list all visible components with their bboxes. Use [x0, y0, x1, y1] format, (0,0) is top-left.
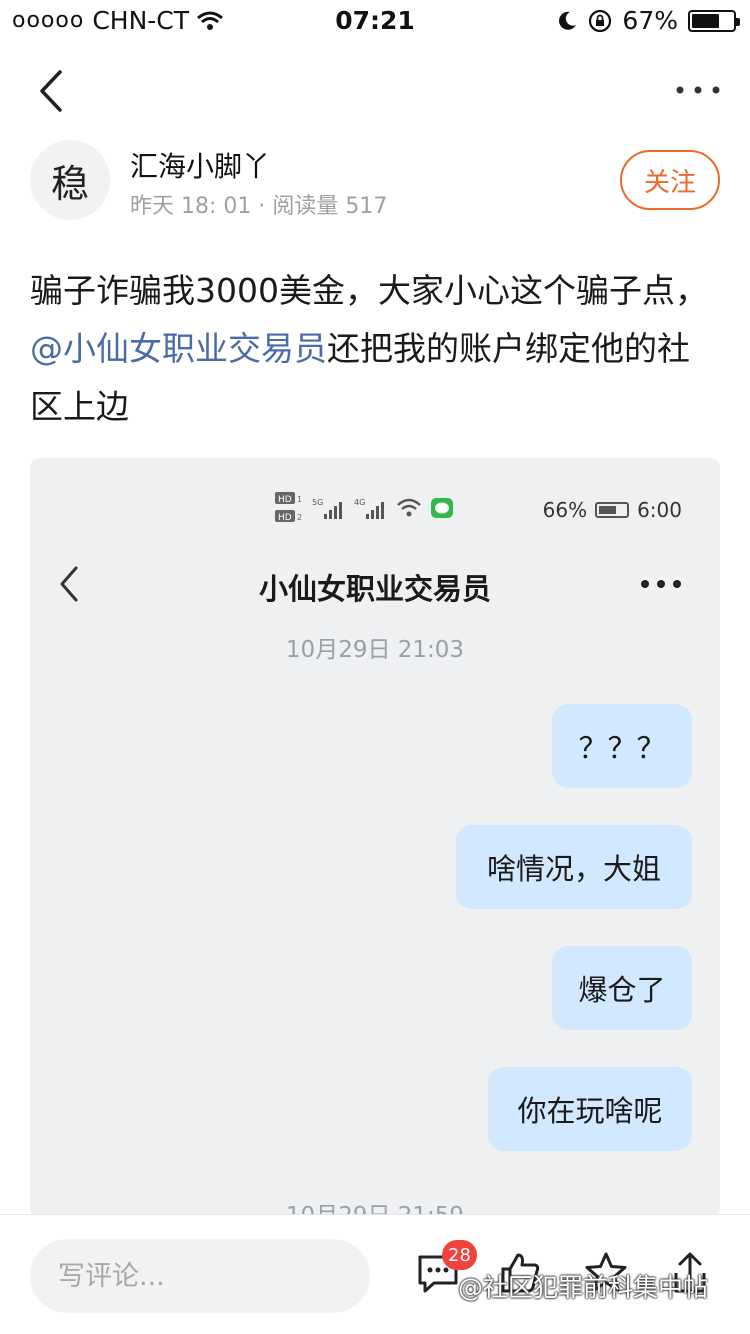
more-icon [676, 86, 720, 94]
chat-bubble: 爆仓了 [552, 946, 692, 1030]
follow-button[interactable]: 关注 [620, 150, 720, 210]
svg-text:2: 2 [297, 513, 302, 522]
moon-icon [559, 11, 577, 30]
author-name[interactable]: 汇海小脚丫 [130, 145, 270, 185]
status-right: 67% [556, 6, 740, 35]
post-meta: 昨天 18: 01 · 阅读量 517 [130, 194, 388, 219]
watermark: @社区犯罪前科集中帖 [458, 1273, 709, 1302]
svg-text:HD: HD [278, 495, 292, 505]
battery-icon [688, 9, 740, 32]
back-button[interactable] [28, 66, 78, 116]
more-icon [641, 580, 681, 588]
mention-link[interactable]: @小仙女职业交易员 [30, 329, 327, 368]
chat-bubble: 你在玩啥呢 [488, 1067, 692, 1151]
embedded-screenshot[interactable]: HD HD 1 2 5G 4G 66% 6:00 小仙女职业交易员 10月29日… [30, 458, 720, 1218]
avatar[interactable]: 稳 [30, 140, 110, 220]
wifi-icon [397, 498, 421, 517]
wechat-icon [431, 498, 453, 518]
comment-count-badge: 28 [442, 1240, 477, 1270]
svg-text:4G: 4G [354, 498, 365, 507]
embedded-battery-icon [595, 502, 630, 518]
signal-4g-icon: 4G [354, 498, 384, 519]
hd-icon: HD HD 1 2 [275, 492, 302, 523]
lock-rotation-icon [589, 9, 612, 32]
embedded-status-right: 66% 6:00 [543, 498, 682, 522]
svg-text:1: 1 [297, 495, 302, 504]
comment-input[interactable] [30, 1239, 370, 1313]
embedded-battery-percent: 66% [542, 498, 588, 522]
chat-bubble: ？？？ [552, 704, 692, 788]
svg-text:HD: HD [278, 513, 292, 523]
status-bar: ooooo CHN-CT 07:21 67% [0, 0, 750, 40]
chat-bubble: 啥情况，大姐 [456, 825, 692, 909]
chat-date-1: 10月29日 21:03 [285, 637, 465, 663]
embedded-time: 6:00 [637, 498, 682, 522]
post-text-before: 骗子诈骗我3000美金，大家小心这个骗子点， [30, 271, 708, 310]
battery-percent: 67% [622, 6, 678, 35]
embedded-more-button [638, 572, 684, 596]
chat-title: 小仙女职业交易员 [258, 572, 491, 606]
back-icon [40, 70, 62, 112]
signal-5g-icon: 5G [312, 498, 342, 519]
embedded-status-bar: HD HD 1 2 5G 4G 66% 6:00 [30, 488, 720, 528]
embedded-status-icons: HD HD 1 2 5G 4G [274, 490, 454, 526]
more-button[interactable] [672, 70, 724, 110]
post-body: 骗子诈骗我3000美金，大家小心这个骗子点，@小仙女职业交易员还把我的账户绑定他… [30, 262, 720, 436]
svg-text:5G: 5G [312, 498, 323, 507]
